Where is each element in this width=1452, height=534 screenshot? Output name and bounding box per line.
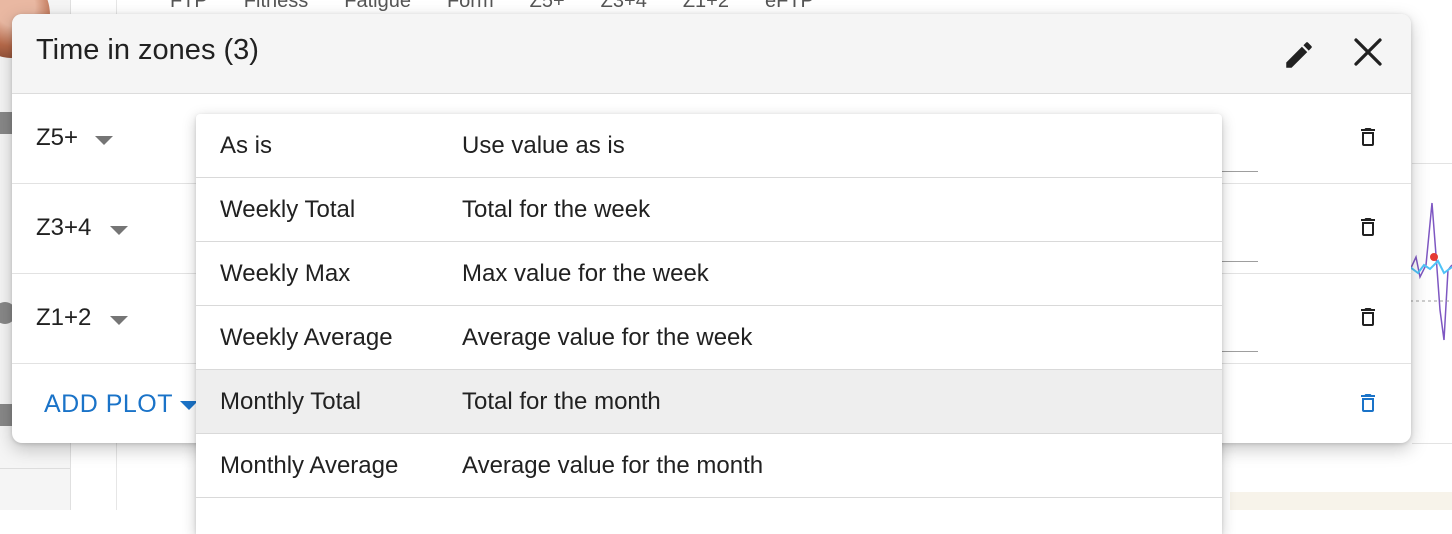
add-plot-button[interactable]: ADD PLOT <box>44 390 173 419</box>
column-header: eFTP <box>764 0 814 12</box>
menu-item-name: Weekly Total <box>220 196 356 223</box>
chart-gridline <box>1412 443 1452 444</box>
column-header: Z3+4 <box>600 0 647 12</box>
dialog-header: Time in zones (3) <box>12 14 1411 94</box>
aggregation-menu: As is Use value as is Weekly Total Total… <box>196 114 1222 534</box>
menu-item-description: Max value for the week <box>462 260 709 287</box>
menu-item[interactable]: As is Use value as is <box>196 114 1222 178</box>
background-table-header: FTP Fitness Fatigue Form Z5+ Z3+4 Z1+2 e… <box>170 0 814 13</box>
close-icon[interactable] <box>1350 34 1386 70</box>
menu-item-description: Average value for the week <box>462 324 753 351</box>
background-strip <box>1230 492 1452 510</box>
menu-item[interactable]: Weekly Total Total for the week <box>196 178 1222 242</box>
trash-icon[interactable] <box>1356 124 1380 150</box>
trash-icon[interactable] <box>1356 390 1380 416</box>
trash-icon[interactable] <box>1356 304 1380 330</box>
menu-item[interactable]: Weekly Max Max value for the week <box>196 242 1222 306</box>
caret-down-icon[interactable] <box>110 316 128 325</box>
column-header: Z5+ <box>529 0 565 12</box>
menu-item[interactable]: Monthly Total Total for the month <box>196 370 1222 434</box>
chart-marker <box>1430 253 1438 261</box>
column-header: Z1+2 <box>682 0 729 12</box>
caret-down-icon[interactable] <box>95 136 113 145</box>
menu-item-name: As is <box>220 132 273 159</box>
column-header: Fatigue <box>344 0 411 12</box>
plot-select-label[interactable]: Z5+ <box>36 124 78 152</box>
column-header: FTP <box>170 0 208 12</box>
column-header: Fitness <box>243 0 309 12</box>
plot-select-label[interactable]: Z3+4 <box>36 214 91 242</box>
menu-item-description: Total for the month <box>462 388 661 415</box>
menu-item-description: Total for the week <box>462 196 651 223</box>
caret-down-icon[interactable] <box>110 226 128 235</box>
chart-series-line <box>1410 259 1452 275</box>
menu-item-name: Monthly Total <box>220 388 361 415</box>
menu-item-name: Monthly Average <box>220 452 399 479</box>
sidebar-divider <box>0 468 70 469</box>
column-header: Form <box>446 0 494 12</box>
menu-item-name: Weekly Average <box>220 324 393 351</box>
plot-select-label[interactable]: Z1+2 <box>36 304 91 332</box>
trash-icon[interactable] <box>1356 214 1380 240</box>
menu-item-description: Average value for the month <box>462 452 764 479</box>
menu-item[interactable]: Monthly Average Average value for the mo… <box>196 434 1222 498</box>
dialog-title: Time in zones (3) <box>36 34 259 66</box>
pencil-icon[interactable] <box>1282 38 1316 72</box>
menu-item-name: Weekly Max <box>220 260 351 287</box>
menu-item[interactable]: Weekly Average Average value for the wee… <box>196 306 1222 370</box>
background-chart <box>1410 202 1452 341</box>
chart-gridline <box>1412 163 1452 164</box>
menu-item-description: Use value as is <box>462 132 625 159</box>
